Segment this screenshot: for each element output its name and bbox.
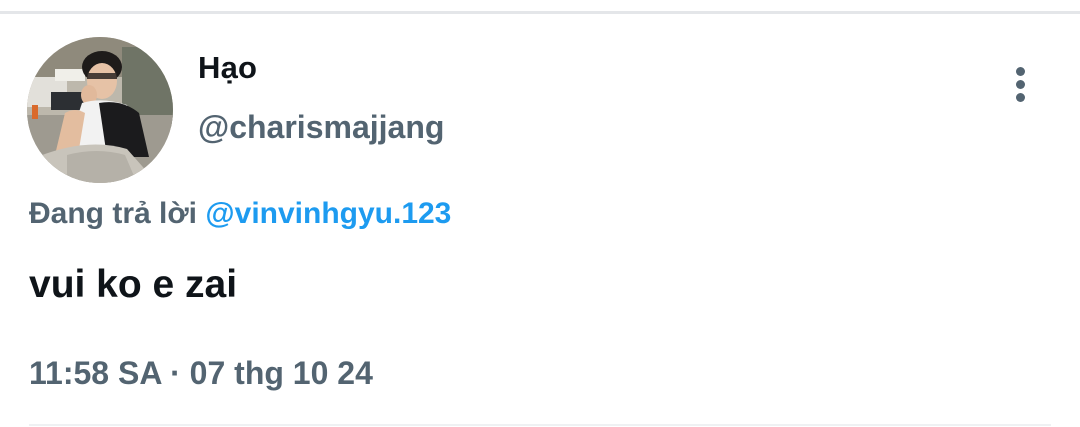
author-handle[interactable]: @charismajjang — [198, 109, 444, 146]
tweet-text: vui ko e zai — [29, 263, 238, 306]
tweet-timestamp[interactable]: 11:58 SA · 07 thg 10 24 — [29, 355, 373, 392]
bottom-divider — [29, 424, 1051, 426]
tweet-time: 11:58 SA — [29, 355, 162, 391]
more-options-button[interactable] — [1002, 64, 1040, 104]
author-display-name[interactable]: Hạo — [198, 50, 257, 86]
tweet-date: 07 thg 10 24 — [189, 355, 373, 391]
replying-to-label: Đang trả lời — [29, 197, 198, 230]
replying-to: Đang trả lời @vinvinhgyu.123 — [29, 197, 451, 231]
reply-mention-link[interactable]: @vinvinhgyu.123 — [205, 197, 451, 230]
meta-separator: · — [170, 355, 181, 391]
tweet-detail: Hạo @charismajjang Đang trả lời @vinvinh… — [0, 14, 1080, 427]
avatar-image — [27, 37, 173, 183]
avatar[interactable] — [27, 37, 173, 183]
